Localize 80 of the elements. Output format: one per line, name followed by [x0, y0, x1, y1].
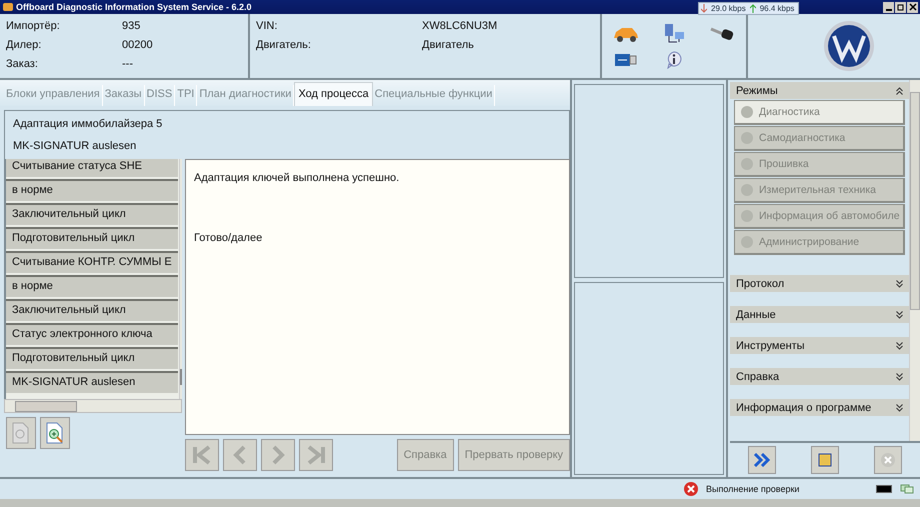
- section-header[interactable]: Инструменты: [730, 337, 909, 354]
- battery-indicator: [876, 485, 892, 493]
- minimize-button[interactable]: [883, 2, 894, 12]
- double-chevron-icon: [752, 453, 771, 467]
- info-label: Двигатель:: [256, 39, 312, 51]
- window-title: Offboard Diagnostic Information System Service - 6.2.0: [16, 2, 252, 12]
- vertical-scrollbar[interactable]: [909, 80, 920, 441]
- last-icon: [305, 444, 327, 466]
- expand-icon: [896, 342, 903, 350]
- step-item[interactable]: Подготовительный цикл: [6, 227, 178, 249]
- section-title: Данные: [736, 308, 776, 320]
- expand-icon: [896, 310, 903, 318]
- step-item[interactable]: MK-SIGNATUR auslesen: [6, 371, 178, 393]
- download-rate: 29.0 kbps: [710, 3, 747, 14]
- info-icon[interactable]: [666, 51, 682, 69]
- message-text: Готово/далее: [194, 232, 264, 244]
- download-arrow-icon: [701, 4, 707, 13]
- document-zoom-icon: [12, 422, 30, 444]
- first-icon: [191, 444, 213, 466]
- section-header[interactable]: Справка: [730, 368, 909, 385]
- info-value: ---: [122, 58, 133, 70]
- info-label: VIN:: [256, 20, 278, 32]
- section-title: Справка: [736, 370, 780, 382]
- section-header[interactable]: Информация о программе: [730, 399, 909, 416]
- cancel-button[interactable]: [874, 446, 902, 474]
- step-item[interactable]: Подготовительный цикл: [6, 347, 178, 369]
- section-header[interactable]: Протокол: [730, 275, 909, 292]
- vertical-scrollbar[interactable]: [178, 159, 182, 399]
- process-step: MK-SIGNATUR auslesen: [13, 140, 561, 152]
- close-icon: [908, 3, 916, 11]
- network-icon[interactable]: [663, 23, 685, 45]
- section-title: Информация о программе: [736, 402, 872, 414]
- info-value: Двигатель: [422, 39, 474, 51]
- step-item[interactable]: Считывание статуса SHE: [6, 159, 178, 177]
- info-label: Заказ:: [6, 58, 39, 70]
- frame-icon: [816, 452, 833, 468]
- error-icon: [684, 482, 698, 496]
- car-icon[interactable]: [613, 26, 639, 42]
- cancel-icon: [880, 452, 896, 468]
- section-header[interactable]: Данные: [730, 306, 909, 323]
- status-text: Выполнение проверки: [706, 484, 800, 494]
- usb-icon[interactable]: [615, 53, 637, 67]
- expand-icon: [896, 372, 903, 380]
- section-header[interactable]: Режимы: [730, 82, 909, 99]
- key-icon[interactable]: [709, 26, 735, 42]
- process-title: Адаптация иммобилайзера 5: [13, 118, 164, 130]
- info-value: 00200: [122, 39, 153, 51]
- info-label: Дилер:: [6, 39, 42, 51]
- document-zoom-icon: [46, 422, 64, 444]
- horizontal-scrollbar[interactable]: [4, 399, 182, 413]
- frame-button[interactable]: [810, 446, 839, 474]
- zoom-in-button[interactable]: [40, 417, 70, 449]
- step-item[interactable]: Статус электронного ключа: [6, 323, 178, 345]
- info-value: XW8LC6NU3M: [422, 20, 498, 32]
- next-button[interactable]: [748, 446, 776, 474]
- upload-rate: 96.4 kbps: [758, 3, 796, 14]
- info-value: 935: [122, 20, 140, 32]
- step-item[interactable]: в норме: [6, 179, 178, 201]
- step-item[interactable]: Заключительный цикл: [6, 299, 178, 321]
- close-button[interactable]: [907, 2, 918, 12]
- collapse-icon: [896, 86, 903, 94]
- step-item[interactable]: Считывание КОНТР. СУММЫ Е: [6, 251, 178, 273]
- expand-icon: [896, 404, 903, 412]
- restore-button[interactable]: [895, 2, 906, 12]
- logo-icon: [823, 20, 875, 72]
- upload-arrow-icon: [750, 4, 756, 13]
- app-icon: [3, 3, 13, 11]
- section-title: Инструменты: [736, 340, 805, 352]
- connection-icon: [900, 484, 914, 494]
- step-item[interactable]: в норме: [6, 275, 178, 297]
- message-text: Адаптация ключей выполнена успешно.: [194, 172, 400, 184]
- step-item[interactable]: Заключительный цикл: [6, 203, 178, 225]
- expand-icon: [896, 280, 903, 288]
- mode-icon: [739, 105, 755, 119]
- info-label: Импортёр:: [6, 20, 61, 32]
- section-title: Режимы: [736, 84, 778, 96]
- section-title: Протокол: [736, 278, 784, 290]
- tab[interactable]: Ход процесса: [294, 82, 373, 106]
- zoom-out-button[interactable]: [6, 417, 36, 449]
- restore-icon: [896, 3, 904, 11]
